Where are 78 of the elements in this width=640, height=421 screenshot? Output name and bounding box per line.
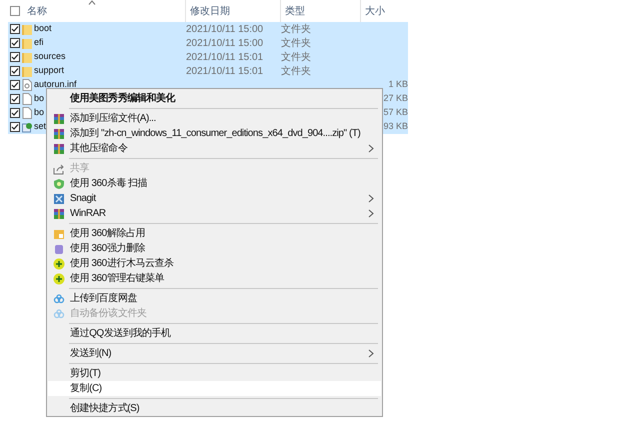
file-row[interactable]: efi 2021/10/11 15:00 文件夹 bbox=[8, 36, 408, 50]
menu-item[interactable]: 复制(C) bbox=[48, 381, 381, 396]
menu-item[interactable]: Snagit bbox=[48, 191, 381, 206]
winrar-icon bbox=[53, 208, 65, 220]
file-size: 57 KB bbox=[383, 107, 408, 118]
file-size: 93 KB bbox=[383, 121, 408, 132]
menu-item[interactable]: 使用美图秀秀编辑和美化 bbox=[48, 91, 381, 106]
file-name: set bbox=[34, 121, 46, 132]
folder-icon bbox=[22, 24, 32, 34]
winrar-icon bbox=[53, 142, 65, 154]
chevron-right-icon bbox=[368, 144, 374, 153]
checkbox[interactable] bbox=[10, 80, 20, 90]
cloud-icon bbox=[53, 292, 65, 304]
folder-icon bbox=[22, 52, 32, 62]
file-type: 文件夹 bbox=[281, 24, 311, 34]
menu-item[interactable]: 上传到百度网盘 bbox=[48, 291, 381, 306]
file-icon bbox=[22, 93, 32, 105]
menu-item[interactable]: 使用 360强力删除 bbox=[48, 241, 381, 256]
menu-item[interactable]: 通过QQ发送到我的手机 bbox=[48, 326, 381, 341]
file-name: bo bbox=[34, 93, 44, 104]
round-360-icon bbox=[53, 258, 65, 270]
folder-icon bbox=[22, 66, 32, 76]
file-size: 27 KB bbox=[383, 93, 408, 104]
file-row[interactable]: sources 2021/10/11 15:01 文件夹 bbox=[8, 50, 408, 64]
config-file-icon bbox=[22, 79, 32, 91]
shield-icon bbox=[53, 178, 65, 190]
menu-item[interactable]: 使用 360解除占用 bbox=[48, 226, 381, 241]
round-360-icon bbox=[53, 272, 65, 284]
column-header[interactable]: 名称 bbox=[27, 4, 47, 18]
shredder-icon bbox=[53, 242, 65, 254]
file-name: sources bbox=[34, 51, 66, 62]
chevron-right-icon bbox=[368, 349, 374, 358]
modified-date: 2021/10/11 15:01 bbox=[186, 52, 264, 62]
checkbox[interactable] bbox=[10, 52, 20, 62]
checkbox[interactable] bbox=[10, 122, 20, 132]
menu-item[interactable]: 使用 360进行木马云查杀 bbox=[48, 256, 381, 271]
menu-item[interactable]: 使用 360杀毒 扫描 bbox=[48, 176, 381, 191]
checkbox[interactable] bbox=[10, 66, 20, 76]
cloud-icon bbox=[53, 308, 65, 320]
file-type: 文件夹 bbox=[281, 66, 311, 76]
checkbox[interactable] bbox=[10, 38, 20, 48]
file-type: 文件夹 bbox=[281, 38, 311, 48]
file-name: efi bbox=[34, 37, 44, 48]
file-name: boot bbox=[34, 23, 52, 34]
sort-caret-icon bbox=[88, 0, 96, 5]
menu-item[interactable]: 添加到压缩文件(A)... bbox=[48, 111, 381, 126]
column-header[interactable]: 大小 bbox=[365, 4, 385, 18]
file-icon bbox=[22, 107, 32, 119]
file-name: bo bbox=[34, 107, 44, 118]
file-name: support bbox=[34, 65, 64, 76]
checkbox[interactable] bbox=[10, 6, 20, 16]
column-header[interactable]: 类型 bbox=[285, 4, 305, 18]
file-row[interactable]: boot 2021/10/11 15:00 文件夹 bbox=[8, 22, 408, 36]
menu-item[interactable]: 添加到 "zh-cn_windows_11_consumer_editions_x64_dvd_904....zip" (T) bbox=[48, 126, 381, 141]
folder-icon bbox=[22, 38, 32, 48]
menu-item[interactable]: WinRAR bbox=[48, 206, 381, 221]
share-icon bbox=[53, 162, 65, 174]
checkbox[interactable] bbox=[10, 24, 20, 34]
file-row[interactable]: support 2021/10/11 15:01 文件夹 bbox=[8, 64, 408, 78]
menu-item[interactable]: 发送到(N) bbox=[48, 346, 381, 361]
folder-lock-icon bbox=[53, 228, 65, 240]
modified-date: 2021/10/11 15:00 bbox=[186, 24, 264, 34]
checkbox[interactable] bbox=[10, 108, 20, 118]
file-type: 文件夹 bbox=[281, 52, 311, 62]
winrar-icon bbox=[53, 112, 65, 124]
checkbox[interactable] bbox=[10, 94, 20, 104]
file-size: 1 KB bbox=[388, 79, 408, 90]
file-name: autorun.inf bbox=[34, 79, 77, 90]
column-header[interactable]: 修改日期 bbox=[190, 4, 230, 18]
winrar-icon bbox=[53, 128, 65, 140]
modified-date: 2021/10/11 15:01 bbox=[186, 66, 264, 76]
modified-date: 2021/10/11 15:00 bbox=[186, 38, 264, 48]
menu-item[interactable]: 剪切(T) bbox=[48, 366, 381, 381]
menu-item[interactable]: 使用 360管理右键菜单 bbox=[48, 271, 381, 286]
setup-icon bbox=[22, 122, 33, 132]
menu-item[interactable]: 创建快捷方式(S) bbox=[48, 401, 381, 416]
snagit-icon bbox=[53, 192, 65, 204]
menu-item[interactable]: 其他压缩命令 bbox=[48, 141, 381, 156]
